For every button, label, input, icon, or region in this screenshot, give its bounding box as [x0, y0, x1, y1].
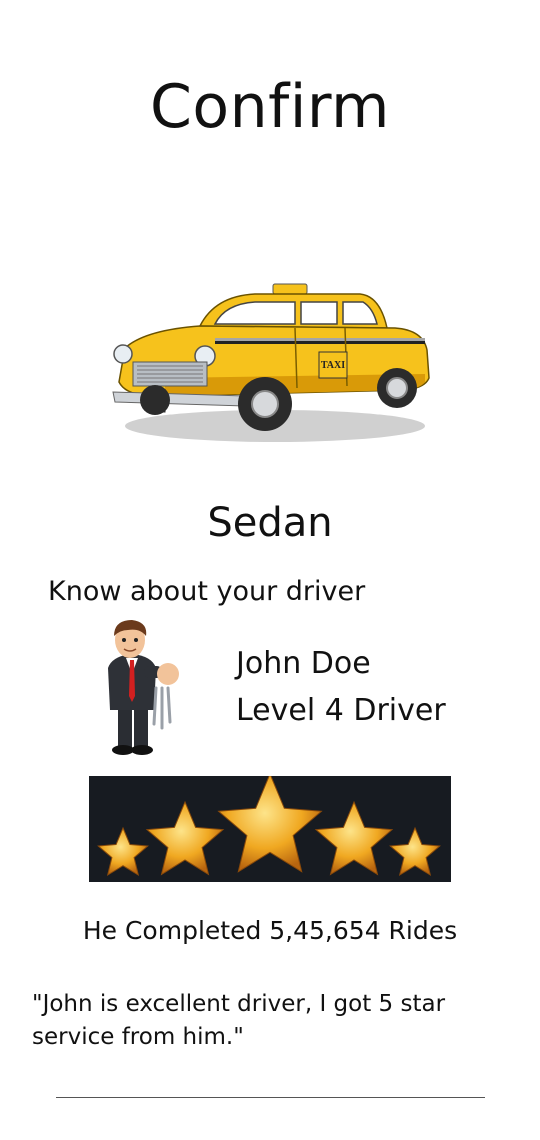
driver-name: John Doe	[236, 646, 371, 681]
star-icon	[217, 776, 323, 873]
star-icon	[97, 826, 149, 877]
taxi-car-icon: TAXI	[112, 283, 430, 442]
driver-review: "John is excellent driver, I got 5 star …	[32, 991, 446, 1050]
rating-stars	[97, 776, 441, 877]
driver-avatar-icon	[108, 620, 179, 755]
taxi-sign-text: TAXI	[321, 360, 345, 371]
star-icon	[145, 800, 225, 876]
driver-rating	[89, 776, 451, 882]
driver-level: Level 4 Driver	[236, 693, 446, 728]
star-icon	[389, 826, 441, 877]
rides-completed: He Completed 5,45,654 Rides	[82, 916, 458, 945]
vehicle-type-label: Sedan	[207, 500, 333, 546]
driver-section-heading: Know about your driver	[48, 576, 366, 607]
page-title: Confirm	[150, 72, 390, 142]
divider	[56, 1097, 485, 1098]
star-icon	[314, 800, 394, 876]
